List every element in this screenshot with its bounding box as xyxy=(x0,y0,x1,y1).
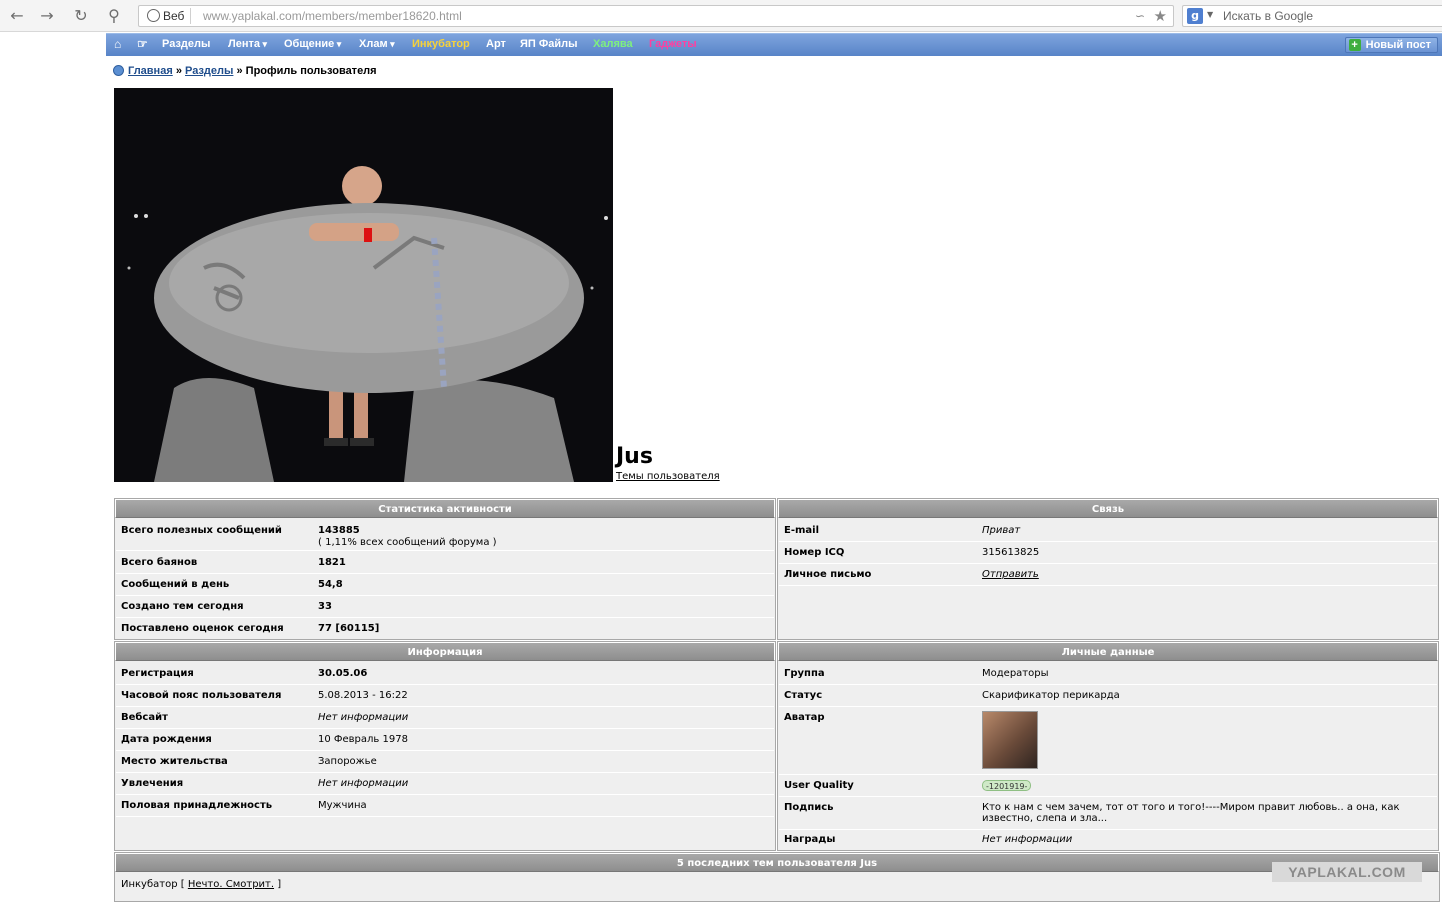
google-icon[interactable]: g xyxy=(1187,8,1203,24)
url-text[interactable]: www.yaplakal.com/members/member18620.htm… xyxy=(203,9,462,23)
user-quality-badge: -1201919- xyxy=(982,780,1032,791)
plus-icon: + xyxy=(1348,39,1361,51)
key-icon[interactable]: ⚲ xyxy=(102,6,126,26)
thumbs-up-icon[interactable]: ☞ xyxy=(137,37,148,51)
search-box[interactable]: g ▼ Искать в Google xyxy=(1182,5,1442,27)
breadcrumb: Главная » Разделы » Профиль пользователя xyxy=(113,65,377,77)
table-row: E-mail Приват xyxy=(779,521,1437,542)
table-row: Подпись Кто к нам с чем зачем, тот от то… xyxy=(779,798,1437,830)
table-row: Увлечения Нет информации xyxy=(116,774,774,795)
back-arrow-icon[interactable]: ← xyxy=(6,6,28,26)
web-button[interactable]: Веб xyxy=(143,8,192,24)
nav-item-sections[interactable]: Разделы xyxy=(162,38,210,50)
nav-item-files[interactable]: ЯП Файлы xyxy=(520,38,578,50)
table-row: Статус Скарификатор перикарда xyxy=(779,686,1437,707)
last-topics-panel: 5 последних тем пользователя Jus Инкубат… xyxy=(114,852,1440,902)
table-row: Личное письмо Отправить xyxy=(779,565,1437,586)
stats-panel-title: Статистика активности xyxy=(115,499,775,518)
table-row: Всего полезных сообщений 143885 ( 1,11% … xyxy=(116,521,774,551)
profile-photo xyxy=(114,88,613,482)
nav-item-gadgets[interactable]: Гаджеты xyxy=(649,38,697,50)
table-row: Дата рождения 10 Февраль 1978 xyxy=(116,730,774,751)
table-row: User Quality -1201919- xyxy=(779,776,1437,797)
bookmark-star-icon[interactable]: ★ xyxy=(1154,7,1167,25)
table-row: Группа Модераторы xyxy=(779,664,1437,685)
profile-username: Jus xyxy=(616,444,653,469)
send-message-link[interactable]: Отправить xyxy=(982,569,1039,580)
nav-item-junk[interactable]: Хлам xyxy=(359,38,395,50)
table-row: Создано тем сегодня 33 xyxy=(116,597,774,618)
forward-arrow-icon[interactable]: → xyxy=(36,6,58,26)
profile-photo-illustration xyxy=(114,88,613,482)
forum-icon xyxy=(113,65,124,76)
home-icon[interactable]: ⌂ xyxy=(114,37,121,51)
table-row: Половая принадлежность Мужчина xyxy=(116,796,774,817)
site-navbar: ⌂ ☞ Разделы Лента Общение Хлам Инкубатор… xyxy=(106,33,1442,56)
topic-link[interactable]: Нечто. Смотрит. xyxy=(188,879,274,890)
chevron-down-icon[interactable]: ▼ xyxy=(1207,10,1213,19)
reload-icon[interactable]: ↻ xyxy=(70,6,92,26)
table-row: Поставлено оценок сегодня 77 [60115] xyxy=(121,623,380,634)
globe-icon xyxy=(147,9,160,22)
personal-panel-title: Личные данные xyxy=(778,642,1438,661)
table-row: Часовой пояс пользователя 5.08.2013 - 16… xyxy=(116,686,774,707)
browser-toolbar: ← → ↻ ⚲ Веб www.yaplakal.com/members/mem… xyxy=(0,0,1442,32)
table-row: Награды Нет информации xyxy=(784,834,1073,845)
table-row: Всего баянов 1821 xyxy=(116,553,774,574)
nav-item-incubator[interactable]: Инкубатор xyxy=(412,38,470,50)
last-topics-title: 5 последних тем пользователя Jus xyxy=(115,853,1439,872)
user-themes-link[interactable]: Темы пользователя xyxy=(616,471,720,482)
table-row: Номер ICQ 315613825 xyxy=(779,543,1437,564)
breadcrumb-sections-link[interactable]: Разделы xyxy=(185,65,233,77)
search-input[interactable]: Искать в Google xyxy=(1223,9,1313,23)
table-row: Вебсайт Нет информации xyxy=(116,708,774,729)
list-item: Инкубатор [ Нечто. Смотрит. ] xyxy=(121,879,282,890)
table-row: Аватар xyxy=(779,708,1437,775)
contact-panel: Связь E-mail Приват Номер ICQ 315613825 … xyxy=(777,498,1439,640)
breadcrumb-current: Профиль пользователя xyxy=(245,65,377,77)
contact-panel-title: Связь xyxy=(778,499,1438,518)
table-row: Сообщений в день 54,8 xyxy=(116,575,774,596)
avatar xyxy=(982,711,1038,769)
breadcrumb-home-link[interactable]: Главная xyxy=(128,65,173,77)
nav-item-art[interactable]: Арт xyxy=(486,38,506,50)
info-panel: Информация Регистрация 30.05.06 Часовой … xyxy=(114,641,776,851)
rss-icon[interactable]: ∽ xyxy=(1135,9,1145,23)
info-panel-title: Информация xyxy=(115,642,775,661)
site-watermark: YAPLAKAL.COM xyxy=(1272,862,1422,882)
table-row: Место жительства Запорожье xyxy=(116,752,774,773)
table-row: Регистрация 30.05.06 xyxy=(116,664,774,685)
personal-panel: Личные данные Группа Модераторы Статус С… xyxy=(777,641,1439,851)
new-post-button[interactable]: + Новый пост xyxy=(1344,37,1438,53)
nav-item-social[interactable]: Общение xyxy=(284,38,341,50)
nav-item-freebie[interactable]: Халява xyxy=(593,38,633,50)
nav-item-feed[interactable]: Лента xyxy=(228,38,267,50)
stats-panel: Статистика активности Всего полезных соо… xyxy=(114,498,776,640)
address-bar[interactable]: Веб www.yaplakal.com/members/member18620… xyxy=(138,5,1174,27)
